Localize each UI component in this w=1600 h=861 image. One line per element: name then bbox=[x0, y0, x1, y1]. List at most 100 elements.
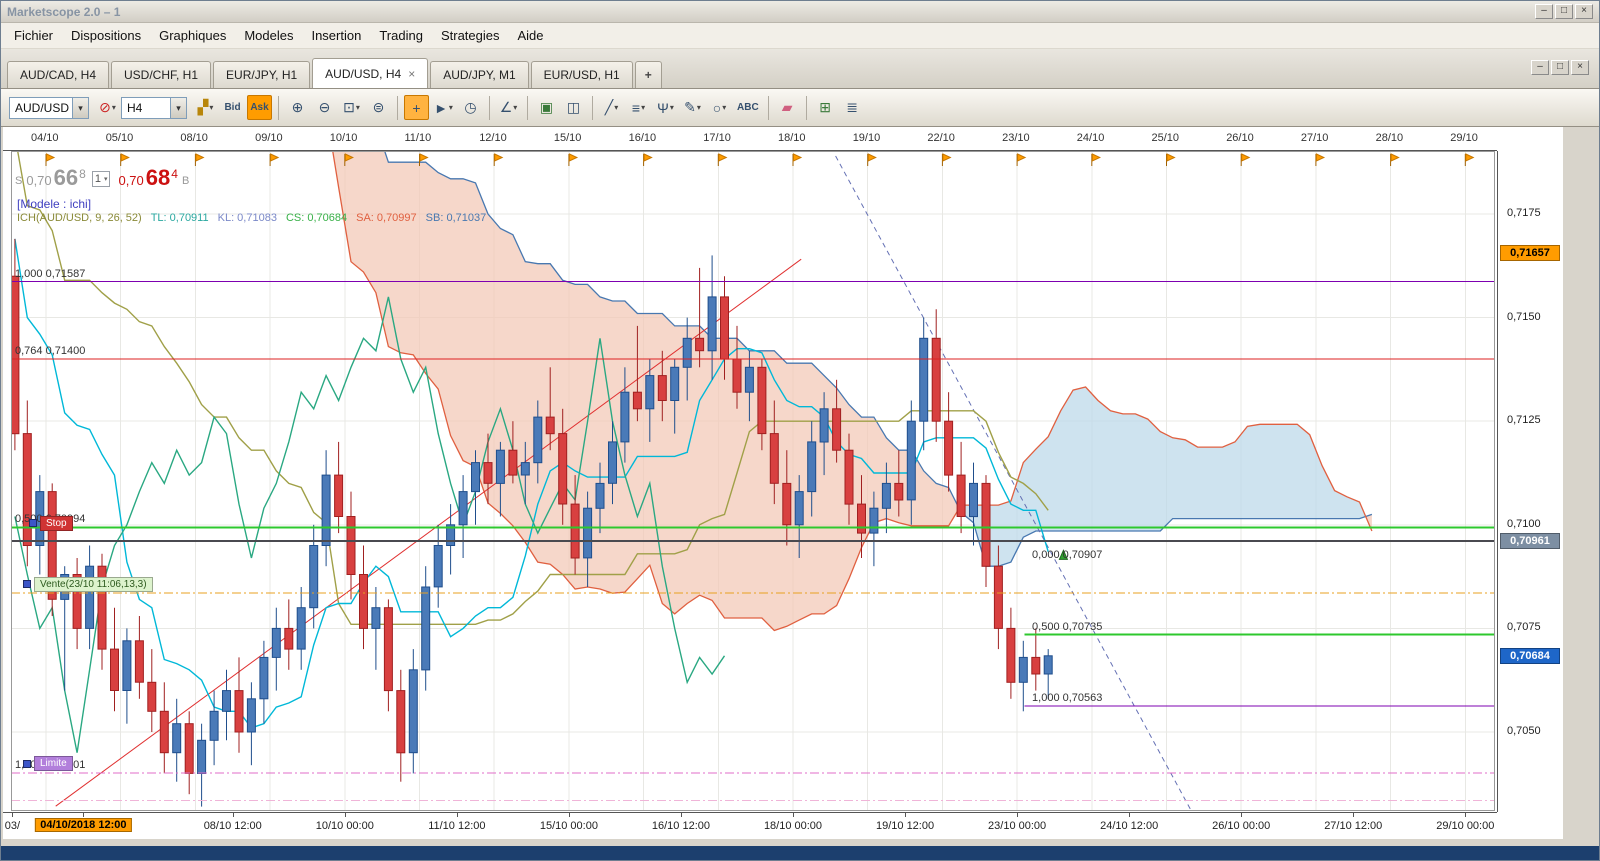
pitchfork-tool-button[interactable]: Ψ ▾ bbox=[653, 95, 678, 120]
menu-item-modeles[interactable]: Modeles bbox=[235, 24, 302, 47]
time-axis-tick bbox=[12, 813, 14, 817]
zoom-out-button[interactable]: ⊖ bbox=[312, 95, 337, 120]
snapshot-button[interactable]: ▣ bbox=[534, 95, 559, 120]
time-axis-tick bbox=[1353, 813, 1355, 817]
tab-eur-usd-h1[interactable]: EUR/USD, H1 bbox=[530, 61, 633, 88]
new-tab-button[interactable]: + bbox=[634, 61, 662, 88]
period-select[interactable]: H4 ▾ bbox=[121, 96, 187, 119]
tab-aud-jpy-m1[interactable]: AUD/JPY, M1 bbox=[430, 61, 529, 88]
date-axis-label: 12/10 bbox=[479, 132, 507, 144]
date-axis-label: 27/10 bbox=[1300, 132, 1329, 144]
date-axis-label: 08/10 bbox=[180, 132, 208, 144]
toolbar-separator bbox=[805, 95, 807, 120]
tab-aud-usd-h4[interactable]: AUD/USD, H4 × bbox=[312, 58, 429, 88]
freehand-tool-button[interactable]: ✎ ▾ bbox=[680, 95, 705, 120]
price-axis[interactable]: 0,7175 0,7150 0,7125 0,7100 0,7075 0,7050 0,71… bbox=[1497, 151, 1563, 812]
freehand-tool-icon: ✎ bbox=[684, 99, 696, 115]
menu-item-insertion[interactable]: Insertion bbox=[302, 24, 370, 47]
order-handle-icon bbox=[23, 580, 31, 589]
menu-item-trading[interactable]: Trading bbox=[370, 24, 432, 47]
zoom-in-button[interactable]: ⊕ bbox=[285, 95, 310, 120]
eraser-icon: ▰ bbox=[781, 99, 793, 115]
instrument-select[interactable]: AUD/USD ▾ bbox=[9, 96, 89, 119]
toolbar-separator bbox=[278, 95, 279, 120]
shape-tool-button[interactable]: ○ ▾ bbox=[707, 95, 732, 120]
toolbar-items: AUD/USD ▾ ⊘ ▾ H4 ▾ ▞ ▾ Bid Ask ⊕ ⊖ ⊡ ▾ ⊜ + ► ▾ ◷ ∠ ▾ ▣ ◫ ╱ ▾ ≡ ▾ Ψ ▾… bbox=[9, 95, 866, 120]
zoom-in-icon: ⊕ bbox=[291, 99, 304, 115]
time-axis-label: 10/10 00:00 bbox=[315, 820, 374, 832]
window-controls: – □ × bbox=[1535, 4, 1593, 19]
document-window-controls: – □ × bbox=[1531, 60, 1589, 75]
title-bar[interactable]: Marketscope 2.0 – 1 – □ × bbox=[1, 1, 1599, 23]
chevron-down-icon: ▾ bbox=[641, 103, 646, 112]
close-button[interactable]: × bbox=[1571, 60, 1589, 75]
tab-label: AUD/CAD, H4 bbox=[20, 68, 97, 82]
tab-label: AUD/USD, H4 bbox=[325, 67, 402, 81]
minimize-button[interactable]: – bbox=[1531, 60, 1549, 75]
time-axis-label: 04/10/2018 12:00 bbox=[35, 818, 132, 832]
trendline-tool-button[interactable]: ╱ ▾ bbox=[599, 95, 624, 120]
ask-button[interactable]: Ask bbox=[247, 95, 272, 120]
list-icon: ≣ bbox=[846, 99, 859, 115]
date-axis[interactable]: 04/10 05/10 08/10 09/10 10/10 11/10 12/10 15/10… bbox=[3, 127, 1497, 151]
minimize-button[interactable]: – bbox=[1535, 4, 1553, 19]
order-text: Vente(23/10 11:06,13,3) bbox=[34, 576, 153, 592]
tab-label: EUR/USD, H1 bbox=[543, 68, 620, 82]
menu-item-strategies[interactable]: Strategies bbox=[432, 24, 509, 47]
date-axis-label: 23/10 bbox=[1002, 132, 1030, 144]
chevron-down-icon: ▾ bbox=[614, 103, 619, 112]
maximize-button[interactable]: □ bbox=[1551, 60, 1569, 75]
strategy-button[interactable]: ⊞ bbox=[813, 95, 838, 120]
order-label-vente[interactable]: Vente(23/10 11:06,13,3) bbox=[23, 576, 153, 592]
close-button[interactable]: × bbox=[1575, 4, 1593, 19]
date-axis-label: 17/10 bbox=[703, 132, 731, 144]
tab-eur-jpy-h1[interactable]: EUR/JPY, H1 bbox=[213, 61, 311, 88]
menu-item-graphiques[interactable]: Graphiques bbox=[150, 24, 235, 47]
close-tab-icon[interactable]: × bbox=[408, 67, 415, 88]
menu-item-aide[interactable]: Aide bbox=[509, 24, 553, 47]
tab-usd-chf-h1[interactable]: USD/CHF, H1 bbox=[111, 61, 212, 88]
eraser-button[interactable]: ▰ bbox=[775, 95, 800, 120]
windows-button[interactable]: ◫ bbox=[561, 95, 586, 120]
pointer-button[interactable]: ► ▾ bbox=[431, 95, 456, 120]
date-axis-label: 11/10 bbox=[404, 132, 432, 144]
crosshair-button[interactable]: + bbox=[404, 95, 429, 120]
measure-button[interactable]: ∠ ▾ bbox=[496, 95, 521, 120]
zoom-auto-button[interactable]: ⊜ bbox=[366, 95, 391, 120]
crosshair-icon: + bbox=[412, 99, 421, 116]
tab-aud-cad-h4[interactable]: AUD/CAD, H4 bbox=[7, 61, 110, 88]
bid-button[interactable]: Bid bbox=[220, 95, 245, 120]
chart-type-button[interactable]: ▞ ▾ bbox=[193, 95, 218, 120]
time-axis-tick bbox=[1129, 813, 1131, 817]
menu-bar: Fichier Dispositions Graphiques Modeles Inse… bbox=[1, 23, 1599, 49]
order-label-stop[interactable]: Stop bbox=[29, 515, 73, 531]
hline-tool-button[interactable]: ≡ ▾ bbox=[626, 95, 651, 120]
zoom-range-button[interactable]: ⊡ ▾ bbox=[339, 95, 364, 120]
windows-icon: ◫ bbox=[566, 99, 581, 115]
time-axis[interactable]: 03/04/10/2018 12:00 08/10 12:00 10/10 00:0… bbox=[3, 812, 1497, 838]
trendline-tool-icon: ╱ bbox=[604, 99, 614, 115]
shape-tool-icon: ○ bbox=[712, 99, 722, 116]
maximize-button[interactable]: □ bbox=[1555, 4, 1573, 19]
price-axis-label: 0,7125 bbox=[1507, 414, 1541, 427]
text-tool-button[interactable]: ABC bbox=[734, 95, 762, 120]
time-axis-tick bbox=[905, 813, 907, 817]
order-label-limite[interactable]: Limite bbox=[23, 756, 73, 772]
date-axis-label: 04/10 bbox=[31, 132, 59, 144]
chevron-down-icon: ▾ bbox=[209, 103, 214, 112]
menu-item-dispositions[interactable]: Dispositions bbox=[62, 24, 150, 47]
menu-item-fichier[interactable]: Fichier bbox=[5, 24, 62, 47]
time-axis-tick bbox=[568, 813, 570, 817]
snapshot-icon: ▣ bbox=[539, 99, 554, 115]
chevron-down-icon: ▾ bbox=[696, 103, 701, 112]
instrument-select-value: AUD/USD bbox=[15, 100, 70, 115]
date-axis-label: 25/10 bbox=[1151, 132, 1180, 144]
time-axis-label: 29/10 00:00 bbox=[1436, 820, 1495, 832]
toolbar-separator bbox=[767, 95, 769, 120]
date-axis-label: 22/10 bbox=[927, 132, 955, 144]
periods-clock-button[interactable]: ◷ bbox=[458, 95, 483, 120]
price-edit-button[interactable]: ⊘ ▾ bbox=[95, 95, 120, 120]
time-axis-label: 11/10 12:00 bbox=[428, 820, 486, 832]
price-chart[interactable] bbox=[11, 151, 1495, 811]
list-button[interactable]: ≣ bbox=[840, 95, 865, 120]
